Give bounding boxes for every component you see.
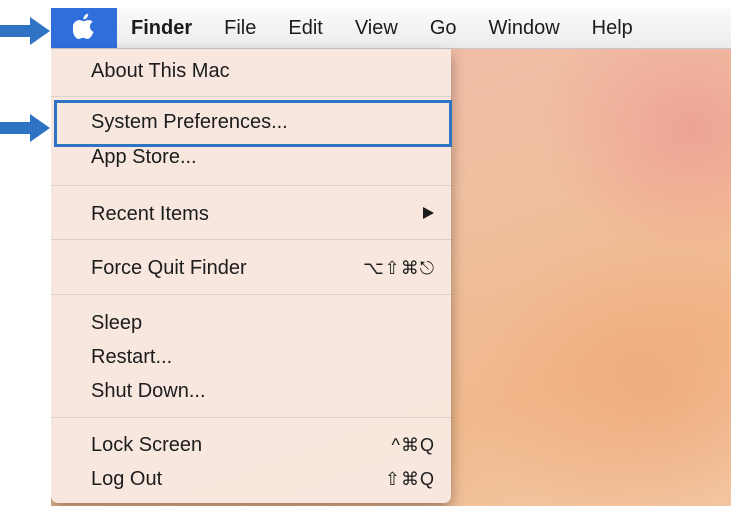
menu-separator [51, 417, 451, 418]
keyboard-shortcut: ^⌘Q [391, 435, 435, 455]
menu-item-restart[interactable]: Restart... [51, 341, 451, 374]
menu-item-label: Force Quit Finder [91, 257, 247, 279]
menu-item-label: App Store... [91, 146, 197, 168]
menu-item-lock-screen[interactable]: Lock Screen ^⌘Q [51, 429, 451, 462]
menu-item-label: Recent Items [91, 203, 209, 225]
keyboard-shortcut: ⇧⌘Q [384, 469, 435, 489]
menu-window[interactable]: Window [473, 8, 576, 48]
menu-file[interactable]: File [208, 8, 272, 48]
highlight-box [54, 100, 452, 147]
menu-item-recent-items[interactable]: Recent Items [51, 198, 451, 231]
menu-go[interactable]: Go [414, 8, 473, 48]
menu-separator [51, 96, 451, 97]
menu-separator [51, 185, 451, 186]
keyboard-shortcut: ⌥⇧⌘⎋ [362, 258, 435, 278]
menu-finder[interactable]: Finder [117, 8, 208, 48]
menu-view[interactable]: View [339, 8, 414, 48]
menu-item-label: Sleep [91, 312, 143, 334]
menu-item-about-this-mac[interactable]: About This Mac [51, 55, 451, 88]
menu-item-label: Log Out [91, 468, 163, 490]
menu-item-label: Restart... [91, 346, 173, 368]
desktop-screen: Finder File Edit View Go Window Help Abo… [51, 8, 731, 506]
menu-item-force-quit-finder[interactable]: Force Quit Finder ⌥⇧⌘⎋ [51, 252, 451, 285]
apple-logo-icon [72, 13, 95, 44]
menu-item-label: About This Mac [91, 60, 230, 82]
menu-bar: Finder File Edit View Go Window Help [51, 8, 731, 49]
menu-item-log-out[interactable]: Log Out ⇧⌘Q [51, 463, 451, 496]
submenu-triangle-icon [421, 203, 435, 226]
menu-item-shut-down[interactable]: Shut Down... [51, 375, 451, 408]
menu-item-label: Lock Screen [91, 434, 203, 456]
menu-edit[interactable]: Edit [272, 8, 338, 48]
arrow-right-icon [0, 17, 50, 45]
menu-help[interactable]: Help [576, 8, 649, 48]
apple-menu-button[interactable] [51, 8, 117, 48]
menu-item-label: Shut Down... [91, 380, 206, 402]
menu-separator [51, 294, 451, 295]
menu-item-sleep[interactable]: Sleep [51, 307, 451, 340]
arrow-right-icon [0, 114, 50, 142]
menu-separator [51, 239, 451, 240]
